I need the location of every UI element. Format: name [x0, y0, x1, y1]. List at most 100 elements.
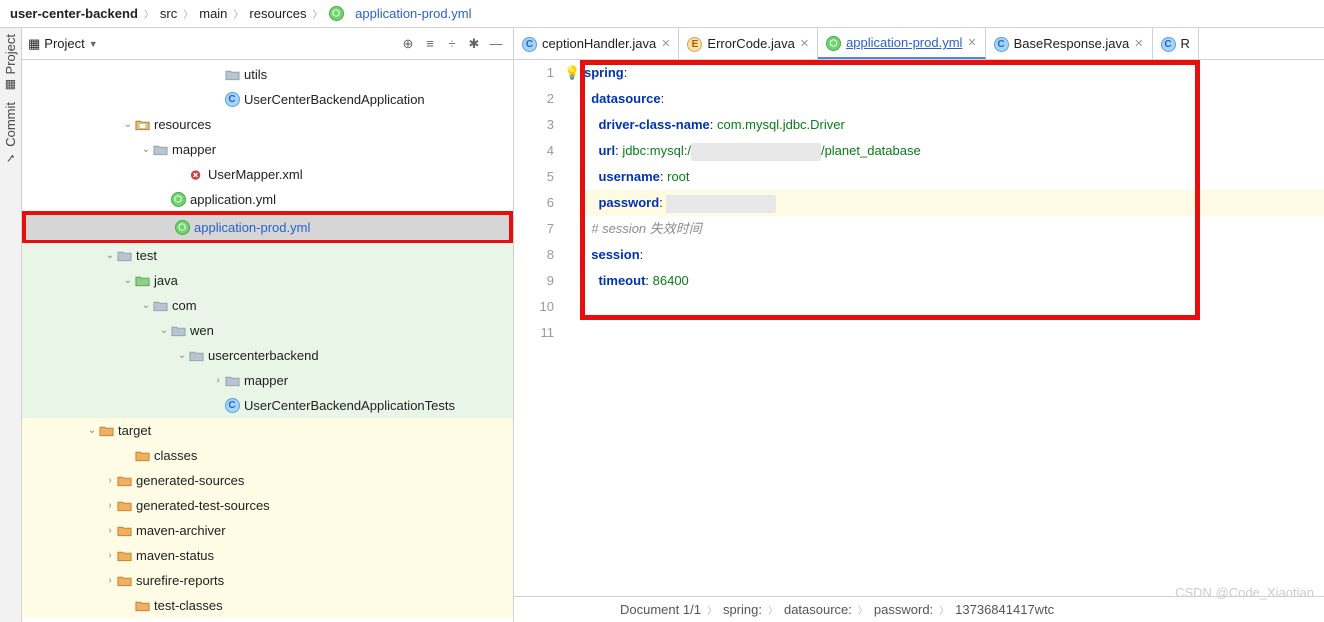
c-icon: C — [522, 35, 537, 52]
breadcrumb-root[interactable]: user-center-backend — [8, 6, 140, 21]
expand-all-icon[interactable]: ≡ — [419, 33, 441, 55]
breadcrumb-item[interactable]: resources — [247, 6, 308, 21]
arrow-icon[interactable]: › — [104, 500, 116, 511]
tree-label: surefire-reports — [136, 573, 224, 588]
code-line[interactable]: timeout: 86400 — [580, 268, 1324, 294]
arrow-icon[interactable]: ⌄ — [176, 350, 188, 361]
code-line[interactable] — [580, 294, 1324, 320]
tree-item-usercenterbackendapplication[interactable]: CUserCenterBackendApplication — [22, 87, 513, 112]
tree-item-resources[interactable]: ⌄resources — [22, 112, 513, 137]
locate-icon[interactable]: ⊕ — [397, 33, 419, 55]
tree-item-wen[interactable]: ⌄wen — [22, 318, 513, 343]
code-line[interactable]: username: root — [580, 164, 1324, 190]
tab-baseresponse-java[interactable]: CBaseResponse.java✕ — [986, 28, 1153, 59]
arrow-icon[interactable]: › — [212, 375, 224, 386]
status-crumb[interactable]: datasource: — [784, 602, 852, 617]
breadcrumb-leaf[interactable]: ⬡ application-prod.yml — [327, 6, 474, 21]
tab-ceptionhandler-java[interactable]: CceptionHandler.java✕ — [514, 28, 679, 59]
arrow-icon[interactable]: ⌄ — [122, 119, 134, 130]
arrow-icon[interactable]: ⌄ — [158, 325, 170, 336]
tree-item-test[interactable]: ⌄test — [22, 243, 513, 268]
chevron-icon: 〉 — [233, 6, 243, 21]
lightbulb-icon[interactable]: 💡 — [564, 60, 580, 86]
tree-item-mapper[interactable]: ⌄mapper — [22, 137, 513, 162]
chevron-icon: 〉 — [183, 6, 193, 21]
close-icon[interactable]: ✕ — [1134, 37, 1143, 50]
sidebar-header: ▦ Project ▼ ⊕ ≡ ÷ ✱ — — [22, 28, 513, 60]
tree-item-usercenterbackend[interactable]: ⌄usercenterbackend — [22, 343, 513, 368]
tree-item-mapper[interactable]: ›mapper — [22, 368, 513, 393]
folder-orange-icon — [116, 498, 132, 514]
tab-application-prod-yml[interactable]: ⬡application-prod.yml✕ — [818, 28, 986, 59]
arrow-icon[interactable]: › — [104, 550, 116, 561]
editor-tabs: CceptionHandler.java✕EErrorCode.java✕⬡ap… — [514, 28, 1324, 60]
tree-item-utils[interactable]: utils — [22, 62, 513, 87]
arrow-icon[interactable]: ⌄ — [140, 300, 152, 311]
arrow-icon[interactable]: ⌄ — [122, 275, 134, 286]
tree-label: com — [172, 298, 197, 313]
tab-label: ErrorCode.java — [707, 36, 794, 51]
arrow-icon[interactable]: › — [104, 475, 116, 486]
left-tool-strip: ▦ Project ✓ Commit — [0, 28, 22, 622]
code-line[interactable]: password: — [580, 190, 1324, 216]
code-line[interactable] — [580, 320, 1324, 346]
project-toolwindow-button[interactable]: ▦ Project — [3, 34, 18, 92]
tree-item-classes[interactable]: classes — [22, 443, 513, 468]
tree-item-application-yml[interactable]: ⬡application.yml — [22, 187, 513, 212]
tree-label: java — [154, 273, 178, 288]
status-crumb[interactable]: password: — [874, 602, 933, 617]
arrow-icon[interactable]: ⌄ — [140, 144, 152, 155]
tree-item-usercenterbackendapplicationtests[interactable]: CUserCenterBackendApplicationTests — [22, 393, 513, 418]
folder-orange-icon — [134, 448, 150, 464]
tree-item-maven-status[interactable]: ›maven-status — [22, 543, 513, 568]
c-icon: C — [1161, 35, 1176, 52]
status-value: 13736841417wtc — [955, 602, 1054, 617]
code-line[interactable]: url: jdbc:mysql://planet_database — [580, 138, 1324, 164]
collapse-all-icon[interactable]: ÷ — [441, 33, 463, 55]
settings-icon[interactable]: ✱ — [463, 33, 485, 55]
arrow-icon[interactable]: › — [104, 575, 116, 586]
tree-item-maven-archiver[interactable]: ›maven-archiver — [22, 518, 513, 543]
folder-test-icon — [116, 248, 132, 264]
code-line[interactable]: spring: — [580, 60, 1324, 86]
code-line[interactable]: driver-class-name: com.mysql.jdbc.Driver — [580, 112, 1324, 138]
status-crumb[interactable]: spring: — [723, 602, 762, 617]
code-line[interactable]: # session 失效时间 — [580, 216, 1324, 242]
tree-item-generated-sources[interactable]: ›generated-sources — [22, 468, 513, 493]
tab-label: application-prod.yml — [846, 35, 962, 50]
chevron-icon: 〉 — [144, 6, 154, 21]
arrow-icon[interactable]: › — [104, 525, 116, 536]
close-icon[interactable]: ✕ — [661, 37, 670, 50]
tab-r[interactable]: CR — [1153, 28, 1199, 59]
commit-toolwindow-button[interactable]: ✓ Commit — [3, 102, 18, 165]
tree-item-target[interactable]: ⌄ target — [22, 418, 513, 443]
tree-item-java[interactable]: ⌄ java — [22, 268, 513, 293]
line-gutter: 1234567891011 — [514, 60, 564, 596]
status-bar: Document 1/1 〉 spring: 〉 datasource: 〉 p… — [514, 596, 1324, 622]
hide-icon[interactable]: — — [485, 33, 507, 55]
folder-orange-icon — [116, 548, 132, 564]
code-area[interactable]: 1234567891011 💡 spring: datasource: driv… — [514, 60, 1324, 596]
close-icon[interactable]: ✕ — [967, 36, 976, 49]
code-line[interactable]: session: — [580, 242, 1324, 268]
code-line[interactable]: datasource: — [580, 86, 1324, 112]
breadcrumb-item[interactable]: src — [158, 6, 179, 21]
tree-label: target — [118, 423, 151, 438]
project-view-selector[interactable]: ▦ Project ▼ — [28, 36, 98, 52]
folder-orange-icon — [98, 423, 114, 439]
tree-item-generated-test-sources[interactable]: ›generated-test-sources — [22, 493, 513, 518]
breadcrumb-item[interactable]: main — [197, 6, 229, 21]
tab-errorcode-java[interactable]: EErrorCode.java✕ — [679, 28, 818, 59]
tree-item-test-classes[interactable]: test-classes — [22, 593, 513, 618]
tree-label: application-prod.yml — [194, 220, 310, 235]
tree-label: test-classes — [154, 598, 223, 613]
project-tree[interactable]: utilsCUserCenterBackendApplication⌄resou… — [22, 60, 513, 622]
code-content[interactable]: spring: datasource: driver-class-name: c… — [580, 60, 1324, 596]
tree-item-usermapper-xml[interactable]: UserMapper.xml — [22, 162, 513, 187]
close-icon[interactable]: ✕ — [800, 37, 809, 50]
tree-item-application-prod-yml[interactable]: ⬡application-prod.yml — [26, 215, 509, 240]
arrow-icon[interactable]: ⌄ — [104, 250, 116, 261]
tree-item-com[interactable]: ⌄ com — [22, 293, 513, 318]
tree-item-surefire-reports[interactable]: › surefire-reports — [22, 568, 513, 593]
arrow-icon[interactable]: ⌄ — [86, 425, 98, 436]
